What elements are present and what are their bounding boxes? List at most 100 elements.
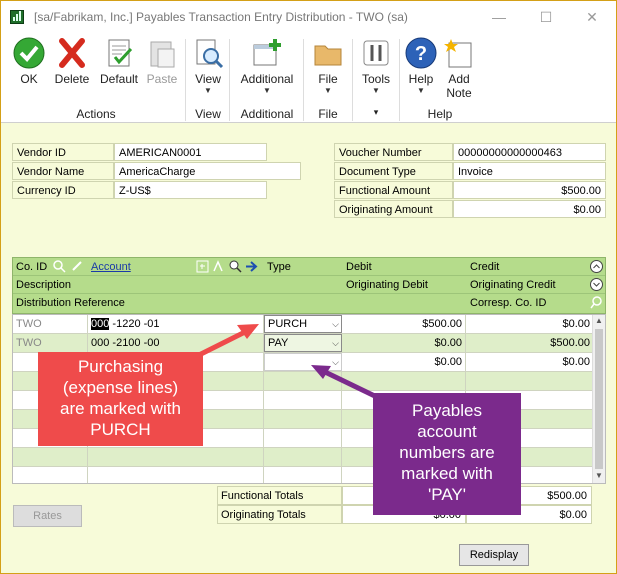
link-icon[interactable] xyxy=(71,260,84,273)
rates-button[interactable]: Rates xyxy=(13,505,82,527)
col-credit: Credit xyxy=(470,261,500,273)
file-menu-button[interactable]: File ▼ xyxy=(309,37,347,96)
window-title: [sa/Fabrikam, Inc.] Payables Transaction… xyxy=(34,10,408,24)
delete-button[interactable]: Delete xyxy=(51,37,93,86)
scroll-thumb[interactable] xyxy=(595,329,603,469)
pay-callout: Payables account numbers are marked with… xyxy=(373,393,521,515)
redisplay-button[interactable]: Redisplay xyxy=(459,544,529,566)
app-chart-icon xyxy=(10,10,24,24)
account-format-icon[interactable] xyxy=(212,260,225,273)
group-label-file: File xyxy=(318,107,338,121)
cell-co-id[interactable]: TWO xyxy=(13,315,88,333)
chevron-down-icon: ▼ xyxy=(263,86,271,95)
distribution-grid-header: Co. ID Account Type Debit Credit Descrip… xyxy=(12,257,606,314)
chevron-down-icon: ▼ xyxy=(372,86,380,95)
close-button[interactable]: ✕ xyxy=(577,5,607,29)
cell-credit[interactable]: $500.00 xyxy=(466,334,593,352)
add-note-button[interactable]: Add Note xyxy=(440,37,478,100)
cell-account[interactable]: 000 -2100 -00 xyxy=(88,334,264,352)
originating-amount-label: Originating Amount xyxy=(334,200,453,218)
grid-header-row-2: Description Originating Debit Originatin… xyxy=(13,276,605,294)
currency-id-label: Currency ID xyxy=(12,181,114,199)
note-star-icon xyxy=(443,37,475,69)
collapse-up-icon[interactable] xyxy=(590,260,603,273)
additional-menu-button[interactable]: Additional ▼ xyxy=(234,37,300,96)
cell-credit[interactable]: $0.00 xyxy=(466,353,593,371)
grid-header-row-1: Co. ID Account Type Debit Credit xyxy=(13,258,605,276)
document-type-label: Document Type xyxy=(334,162,453,180)
vendor-id-field[interactable]: AMERICAN0001 xyxy=(114,143,267,161)
scroll-down-icon[interactable]: ▼ xyxy=(593,470,605,482)
vendor-name-label: Vendor Name xyxy=(12,162,114,180)
tools-menu-button[interactable]: Tools ▼ xyxy=(357,37,395,96)
expand-down-icon[interactable] xyxy=(590,278,603,291)
lookup-icon[interactable] xyxy=(53,260,66,273)
check-icon xyxy=(13,37,45,69)
svg-text:?: ? xyxy=(415,43,427,65)
payables-distribution-window: [sa/Fabrikam, Inc.] Payables Transaction… xyxy=(0,0,617,574)
paste-button[interactable]: Paste xyxy=(143,37,181,86)
grid-header-row-3: Distribution Reference Corresp. Co. ID xyxy=(13,294,605,312)
ok-button[interactable]: OK xyxy=(9,37,49,86)
col-originating-debit: Originating Debit xyxy=(346,279,428,291)
col-description: Description xyxy=(16,279,72,291)
account-expand-icon[interactable] xyxy=(196,260,209,273)
vendor-name-field: AmericaCharge xyxy=(114,162,301,180)
col-corresp-co-id: Corresp. Co. ID xyxy=(470,297,547,309)
col-account-link[interactable]: Account xyxy=(88,258,131,276)
folder-icon xyxy=(312,37,344,69)
col-debit: Debit xyxy=(346,261,372,273)
title-bar: [sa/Fabrikam, Inc.] Payables Transaction… xyxy=(1,1,616,33)
document-check-icon xyxy=(103,37,135,69)
originating-amount-field: $0.00 xyxy=(453,200,606,218)
col-distribution-reference: Distribution Reference xyxy=(16,297,125,309)
cell-debit[interactable]: $0.00 xyxy=(342,334,466,352)
type-dropdown[interactable]: PAY ⌵ xyxy=(264,334,342,352)
type-dropdown[interactable]: PURCH ⌵ xyxy=(264,315,342,333)
corresp-lookup-icon[interactable] xyxy=(590,296,603,309)
cell-account[interactable]: 000 -1220 -01 xyxy=(88,315,264,333)
cell-debit[interactable]: $500.00 xyxy=(342,315,466,333)
help-question-icon: ? xyxy=(405,37,437,69)
cell-credit[interactable]: $0.00 xyxy=(466,315,593,333)
cell-co-id[interactable]: TWO xyxy=(13,334,88,352)
group-label-help: Help xyxy=(427,107,453,121)
grid-scrollbar[interactable]: ▲ ▼ xyxy=(592,315,605,483)
purch-callout: Purchasing (expense lines) are marked wi… xyxy=(38,352,203,446)
cell-debit[interactable]: $0.00 xyxy=(342,353,466,371)
minimize-button[interactable]: — xyxy=(484,5,514,29)
type-dropdown[interactable]: ⌵ xyxy=(264,353,342,371)
tools-icon xyxy=(360,37,392,69)
maximize-button[interactable]: ☐ xyxy=(531,5,561,29)
col-co-id: Co. ID xyxy=(16,261,48,273)
chevron-down-icon: ⌵ xyxy=(332,319,339,329)
functional-amount-field: $500.00 xyxy=(453,181,606,199)
col-type: Type xyxy=(267,261,291,273)
paste-icon xyxy=(146,37,178,69)
magnifier-document-icon xyxy=(192,37,224,69)
voucher-number-label: Voucher Number xyxy=(334,143,453,161)
group-label-tools: ▾ xyxy=(373,107,379,117)
chevron-down-icon: ▼ xyxy=(417,86,425,95)
view-menu-button[interactable]: View ▼ xyxy=(189,37,227,96)
col-originating-credit: Originating Credit xyxy=(470,279,556,291)
help-menu-button[interactable]: ? Help ▼ xyxy=(403,37,439,96)
arrow-right-icon[interactable] xyxy=(245,260,258,273)
group-label-additional: Additional xyxy=(240,107,294,121)
chevron-down-icon: ▼ xyxy=(324,86,332,95)
chevron-down-icon: ⌵ xyxy=(332,357,339,367)
voucher-number-field: 00000000000000463 xyxy=(453,143,606,161)
table-row[interactable]: TWO 000 -1220 -01 PURCH ⌵ $500.00 $0.00 xyxy=(13,315,593,334)
account-lookup-icon[interactable] xyxy=(229,260,242,273)
account-rest: -1220 -01 xyxy=(112,318,160,330)
window-plus-icon xyxy=(251,37,283,69)
group-label-actions: Actions xyxy=(76,107,116,121)
default-button[interactable]: Default xyxy=(96,37,142,86)
table-row[interactable]: TWO 000 -2100 -00 PAY ⌵ $0.00 $500.00 xyxy=(13,334,593,353)
ribbon-toolbar: OK Delete Default Paste View ▼ Additiona… xyxy=(1,33,616,123)
chevron-down-icon: ▼ xyxy=(204,86,212,95)
account-selected-segment: 000 xyxy=(91,318,110,330)
scroll-up-icon[interactable]: ▲ xyxy=(593,315,605,327)
chevron-down-icon: ⌵ xyxy=(332,338,339,348)
delete-x-icon xyxy=(56,37,88,69)
